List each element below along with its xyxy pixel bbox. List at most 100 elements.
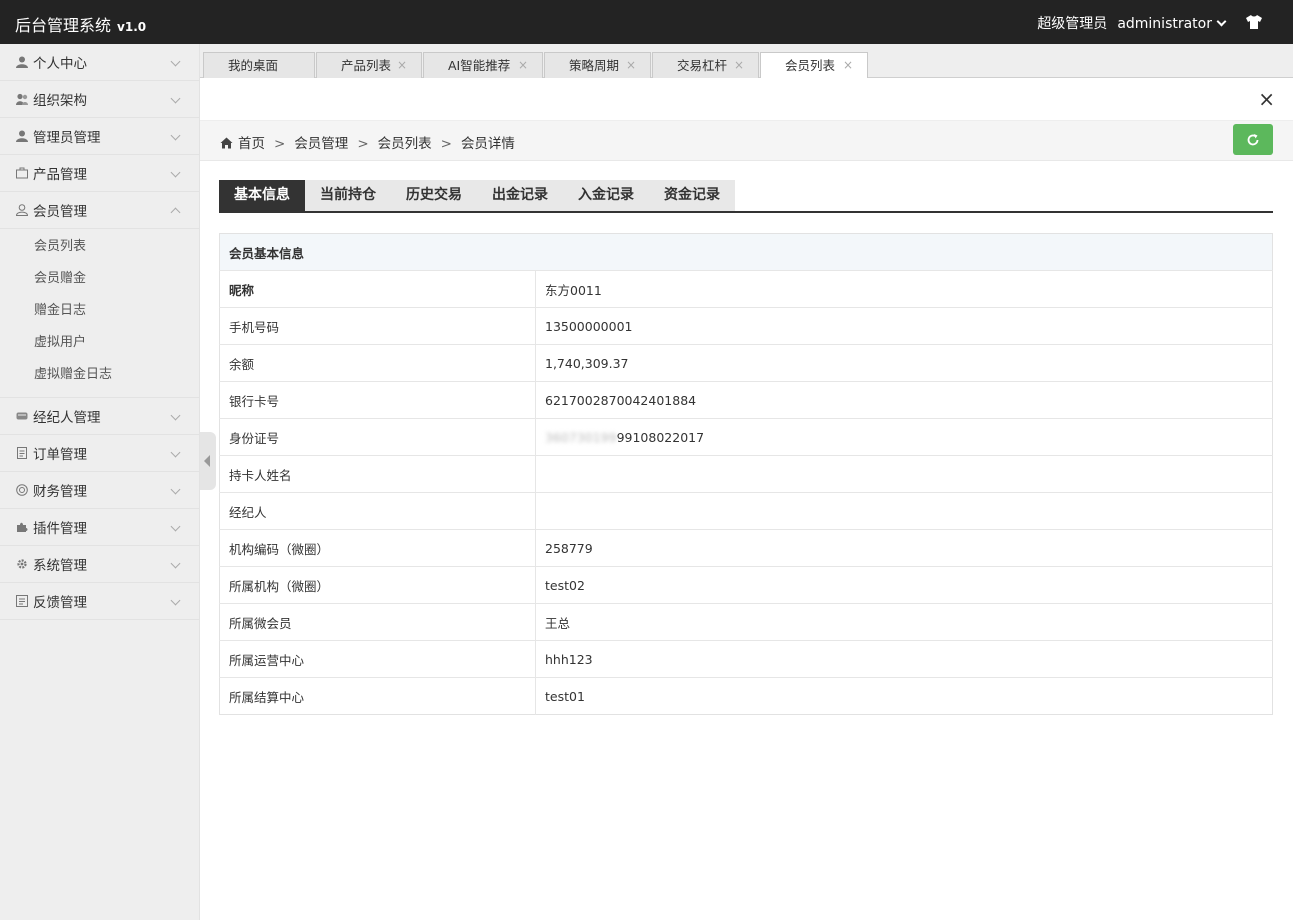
breadcrumb-member-list[interactable]: 会员列表: [378, 136, 432, 152]
home-icon: [220, 137, 233, 149]
section-title: 会员基本信息: [229, 245, 305, 261]
tab-close-icon[interactable]: ×: [626, 53, 636, 78]
sidebar-item-broker[interactable]: 经纪人管理: [0, 398, 199, 435]
chevron-down-icon: [170, 595, 181, 606]
row-value: 258779: [535, 529, 1273, 567]
tshirt-icon[interactable]: [1245, 13, 1263, 31]
row-value: 13500000001: [535, 307, 1273, 345]
table-row: 身份证号 36073019999108022017: [219, 418, 1273, 456]
tab-leverage[interactable]: 交易杠杆 ×: [652, 52, 759, 78]
tab-deposit-records[interactable]: 入金记录: [563, 180, 649, 211]
tab-label: 策略周期: [569, 58, 620, 73]
tab-member-list[interactable]: 会员列表 ×: [760, 52, 868, 79]
app-version: v1.0: [117, 20, 147, 34]
row-key: 银行卡号: [219, 381, 536, 419]
gear-icon: [17, 559, 27, 569]
tab-close-icon[interactable]: ×: [734, 53, 744, 78]
detail-tabs: 基本信息 当前持仓 历史交易 出金记录 入金记录 资金记录: [219, 180, 1273, 213]
member-submenu: 会员列表 会员赠金 赠金日志 虚拟用户 虚拟赠金日志: [0, 229, 199, 398]
chevron-down-icon: [170, 484, 181, 495]
chevron-down-icon: [1216, 16, 1227, 27]
sidebar-item-label: 会员管理: [33, 204, 87, 220]
tab-my-desktop[interactable]: 我的桌面: [203, 52, 315, 78]
sidebar-item-product[interactable]: 产品管理: [0, 155, 199, 192]
sidebar-item-label: 组织架构: [33, 93, 87, 109]
tab-label: 我的桌面: [228, 58, 279, 73]
sidebar-item-system[interactable]: 系统管理: [0, 546, 199, 583]
sidebar: 个人中心 组织架构 管理员管理 产品管理 会员管理 会员列表 会员赠金 赠金日志…: [0, 44, 200, 920]
table-row: 所属结算中心 test01: [219, 677, 1273, 715]
tab-fund-records[interactable]: 资金记录: [649, 180, 735, 211]
sidebar-item-label: 个人中心: [33, 56, 87, 72]
breadcrumb-member-detail: 会员详情: [460, 136, 515, 152]
row-value: 1,740,309.37: [535, 344, 1273, 382]
table-row: 昵称 东方0011: [219, 270, 1273, 308]
refresh-icon: [1247, 134, 1259, 146]
member-info-table: 会员基本信息 昵称 东方0011 手机号码 13500000001 余额 1,7…: [219, 233, 1273, 715]
tab-close-icon[interactable]: ×: [397, 53, 407, 78]
row-key: 所属机构（微圈）: [219, 566, 536, 604]
tab-close-icon[interactable]: ×: [843, 53, 853, 78]
tab-trade-history[interactable]: 历史交易: [391, 180, 477, 211]
feedback-icon: [16, 595, 28, 607]
refresh-button[interactable]: [1233, 124, 1273, 155]
row-key: 所属结算中心: [219, 677, 536, 715]
sidebar-item-label: 反馈管理: [33, 595, 87, 611]
tab-label: 会员列表: [785, 58, 836, 73]
row-value: [535, 492, 1273, 530]
breadcrumb-separator: >: [440, 136, 452, 152]
sidebar-item-member[interactable]: 会员管理: [0, 192, 199, 229]
tab-basic-info[interactable]: 基本信息: [219, 180, 305, 211]
breadcrumb-bar: 首页 > 会员管理 > 会员列表 > 会员详情: [200, 121, 1293, 161]
sidebar-item-plugin[interactable]: 插件管理: [0, 509, 199, 546]
sidebar-subitem-member-bonus[interactable]: 会员赠金: [0, 263, 199, 295]
sidebar-item-order[interactable]: 订单管理: [0, 435, 199, 472]
row-key: 身份证号: [219, 418, 536, 456]
row-value: test01: [535, 677, 1273, 715]
row-value: 东方0011: [535, 270, 1273, 308]
sidebar-collapse-toggle[interactable]: [200, 432, 216, 490]
sidebar-subitem-virtual-bonus-log[interactable]: 虚拟赠金日志: [0, 359, 199, 391]
row-value: 王总: [535, 603, 1273, 641]
tab-product-list[interactable]: 产品列表 ×: [316, 52, 422, 78]
sidebar-item-admin[interactable]: 管理员管理: [0, 118, 199, 155]
tab-positions[interactable]: 当前持仓: [305, 180, 391, 211]
sidebar-subitem-virtual-user[interactable]: 虚拟用户: [0, 327, 199, 359]
row-key: 经纪人: [219, 492, 536, 530]
row-value: hhh123: [535, 640, 1273, 678]
breadcrumb: 首页 > 会员管理 > 会员列表 > 会员详情: [220, 132, 515, 152]
chevron-down-icon: [170, 558, 181, 569]
sidebar-item-org[interactable]: 组织架构: [0, 81, 199, 118]
tab-strategy-cycle[interactable]: 策略周期 ×: [544, 52, 651, 78]
row-key: 手机号码: [219, 307, 536, 345]
blurred-id-prefix: 360730199: [545, 429, 617, 445]
breadcrumb-member-mgmt[interactable]: 会员管理: [294, 136, 348, 152]
briefcase-icon: [16, 167, 28, 179]
sidebar-item-label: 财务管理: [33, 484, 87, 500]
close-icon[interactable]: ×: [1258, 89, 1275, 109]
row-key: 所属微会员: [219, 603, 536, 641]
row-key: 持卡人姓名: [219, 455, 536, 493]
table-row: 机构编码（微圈） 258779: [219, 529, 1273, 567]
sidebar-item-label: 经纪人管理: [33, 410, 101, 426]
username: administrator: [1117, 16, 1212, 32]
tab-label: AI智能推荐: [448, 58, 511, 73]
sidebar-subitem-bonus-log[interactable]: 赠金日志: [0, 295, 199, 327]
breadcrumb-home[interactable]: 首页: [238, 136, 265, 152]
table-header: 会员基本信息: [219, 233, 1273, 271]
sidebar-subitem-member-list[interactable]: 会员列表: [0, 231, 199, 263]
file-icon: [17, 447, 27, 459]
user-menu[interactable]: 超级管理员 administrator: [1037, 13, 1227, 33]
sidebar-item-label: 系统管理: [33, 558, 87, 574]
sidebar-item-finance[interactable]: 财务管理: [0, 472, 199, 509]
id-suffix: 99108022017: [616, 429, 705, 445]
sidebar-item-feedback[interactable]: 反馈管理: [0, 583, 199, 620]
chevron-up-icon: [170, 207, 181, 218]
tab-close-icon[interactable]: ×: [518, 53, 528, 78]
table-row: 所属微会员 王总: [219, 603, 1273, 641]
tab-ai-recommend[interactable]: AI智能推荐 ×: [423, 52, 543, 78]
tab-withdraw-records[interactable]: 出金记录: [477, 180, 563, 211]
sidebar-item-label: 插件管理: [33, 521, 87, 537]
sidebar-item-label: 产品管理: [33, 167, 87, 183]
sidebar-item-personal[interactable]: 个人中心: [0, 44, 199, 81]
